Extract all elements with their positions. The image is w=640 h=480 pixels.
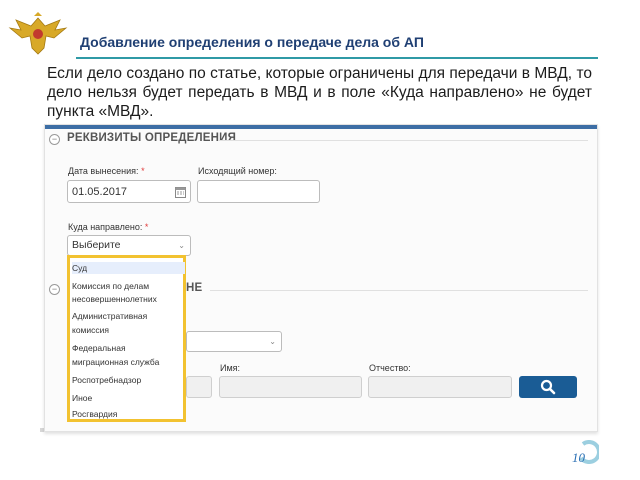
- calendar-icon[interactable]: [175, 186, 186, 198]
- section-title-requisites: РЕКВИЗИТЫ ОПРЕДЕЛЕНИЯ: [67, 132, 237, 144]
- dropdown-option[interactable]: миграционная служба: [72, 356, 185, 368]
- outgoing-number-label: Исходящий номер:: [198, 166, 277, 176]
- dropdown-option[interactable]: Комиссия по делам: [72, 280, 185, 292]
- page-number: 10: [572, 450, 585, 465]
- last-name-field[interactable]: [186, 376, 212, 398]
- dropdown-option[interactable]: Федеральная: [72, 342, 185, 354]
- dropdown-option[interactable]: несовершеннолетних: [72, 293, 185, 305]
- slide-title: Добавление определения о передаче дела о…: [80, 34, 424, 50]
- sent-to-label: Куда направлено: *: [68, 222, 149, 232]
- first-name-label: Имя:: [220, 363, 241, 373]
- dropdown-option[interactable]: Росгвардия: [72, 408, 185, 420]
- dropdown-option[interactable]: комиссия: [72, 324, 185, 336]
- search-icon: [540, 379, 556, 395]
- sent-to-dropdown-list[interactable]: Суд Комиссия по делам несовершеннолетних…: [67, 255, 186, 422]
- screenshot-header-bar: [45, 125, 597, 129]
- dropdown-option[interactable]: Иное: [72, 392, 185, 404]
- chevron-down-icon: ⌄: [178, 241, 185, 250]
- collapse-icon[interactable]: −: [49, 134, 60, 145]
- patronymic-field[interactable]: [368, 376, 512, 398]
- date-field[interactable]: 01.05.2017: [67, 180, 191, 203]
- title-underline: [76, 57, 598, 59]
- search-button[interactable]: [519, 376, 577, 398]
- date-label: Дата вынесения: *: [68, 166, 145, 176]
- dropdown-option[interactable]: Административная: [72, 310, 185, 322]
- dropdown-option[interactable]: Суд: [72, 262, 185, 274]
- chevron-down-icon: ⌄: [269, 337, 276, 346]
- collapse-icon[interactable]: −: [49, 284, 60, 295]
- dropdown-option[interactable]: Роспотребнадзор: [72, 374, 185, 386]
- outgoing-number-field[interactable]: [197, 180, 320, 203]
- section-divider: [210, 290, 588, 291]
- intro-paragraph: Если дело создано по статье, которые огр…: [47, 65, 592, 120]
- section-title-fragment: НЕ: [186, 282, 203, 294]
- first-name-field[interactable]: [219, 376, 362, 398]
- patronymic-label: Отчество:: [369, 363, 411, 373]
- section-divider: [218, 140, 588, 141]
- sent-to-select[interactable]: Выберите ⌄: [67, 235, 191, 256]
- emblem-icon: [8, 12, 68, 55]
- hidden-select[interactable]: ⌄: [186, 331, 282, 352]
